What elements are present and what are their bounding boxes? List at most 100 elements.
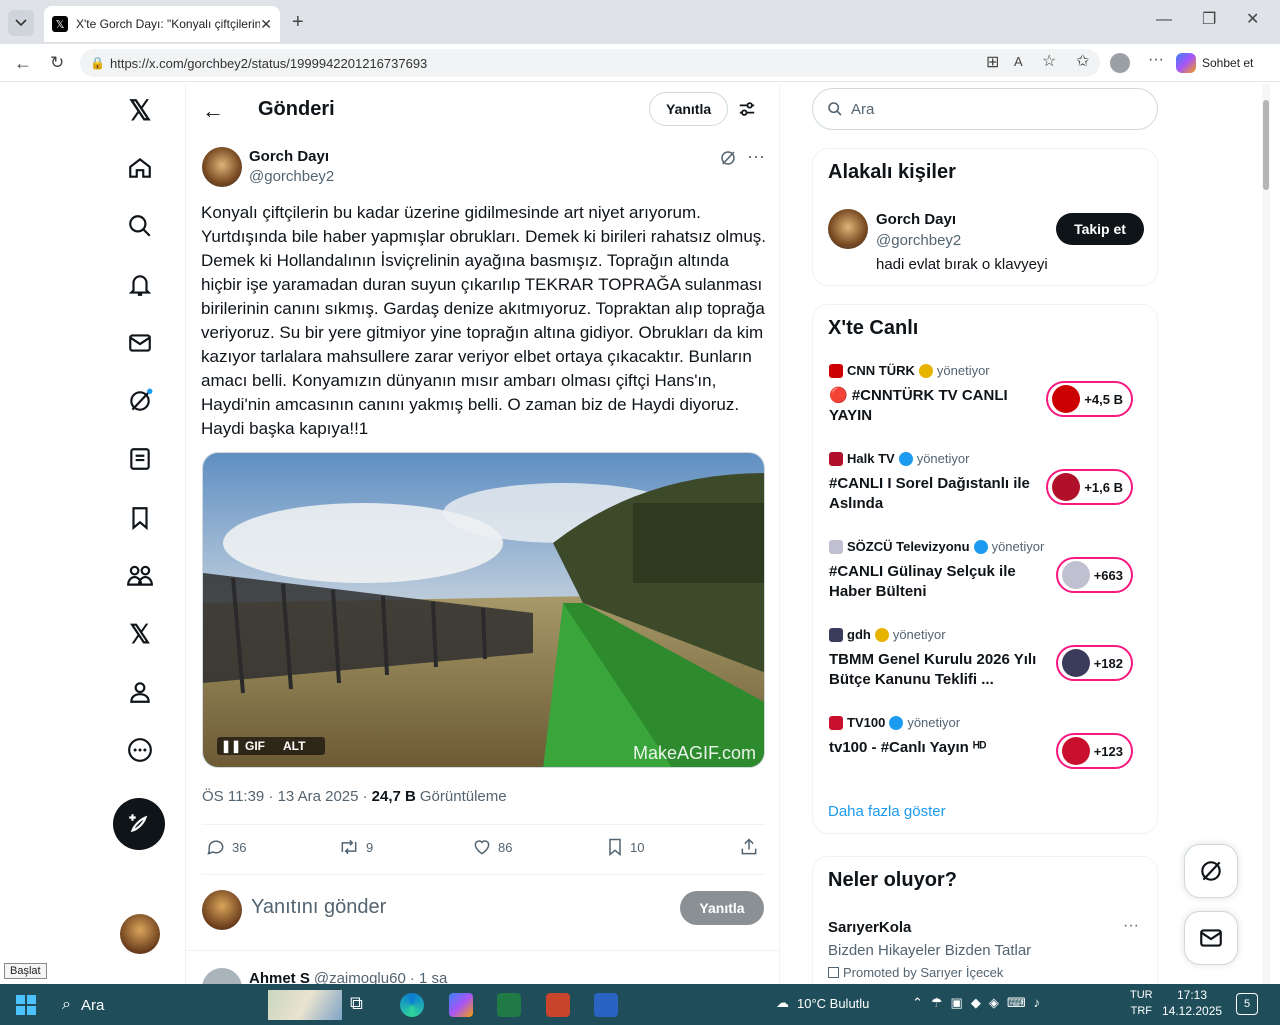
live-item[interactable]: CNN TÜRK yönetiyor 🔴 #CNNTÜRK TV CANLI YAY… (829, 363, 1149, 426)
notifications-bell-icon[interactable] (120, 265, 160, 305)
new-tab-icon[interactable]: + (292, 12, 304, 32)
messages-float-button[interactable] (1184, 911, 1238, 965)
live-item[interactable]: gdh yönetiyor TBMM Genel Kurulu 2026 Yılı … (829, 627, 1149, 690)
task-view-icon[interactable]: ⧉ (350, 993, 374, 1017)
reply-avatar[interactable] (202, 968, 242, 984)
related-title: Alakalı kişiler (828, 161, 956, 183)
live-listeners-badge[interactable]: +663 (1055, 557, 1133, 593)
header-reply-button[interactable]: Yanıtla (649, 92, 729, 126)
url-text: https://x.com/gorchbey2/status/199994220… (110, 55, 428, 71)
share-action[interactable] (739, 837, 759, 857)
trend-name[interactable]: SarıyerKola (828, 919, 911, 936)
post-more-icon[interactable]: ··· (747, 146, 765, 167)
read-aloud-icon[interactable]: A (1014, 55, 1023, 68)
bookmark-action[interactable]: 10 (606, 837, 644, 857)
profile-icon[interactable] (120, 672, 160, 712)
apps-icon[interactable]: ⊞ (986, 55, 999, 71)
copilot-label: Sohbet et (1202, 56, 1254, 70)
author-handle[interactable]: @gorchbey2 (249, 168, 334, 185)
back-arrow-icon[interactable]: ← (202, 98, 224, 124)
premium-x-icon[interactable]: 𝕏 (120, 614, 160, 654)
favorites-icon[interactable]: ✩ (1076, 54, 1089, 70)
live-source: gdh yönetiyor (829, 627, 1149, 642)
search-icon[interactable] (120, 206, 160, 246)
reply-author[interactable]: Ahmet S (249, 970, 310, 984)
url-field[interactable]: 🔒 https://x.com/gorchbey2/status/1999942… (80, 49, 1100, 77)
author-name[interactable]: Gorch Dayı (249, 148, 329, 165)
favorite-star-icon[interactable]: ☆ (1042, 54, 1056, 70)
browser-tab[interactable]: 𝕏 X'te Gorch Dayı: "Konyalı çiftçilerin … (44, 6, 280, 42)
post-media-gif[interactable]: ❚❚ GIF ALT MakeAGIF.com (202, 452, 765, 768)
back-icon[interactable]: ← (14, 54, 32, 72)
language-indicator[interactable]: TUR TRF (1130, 987, 1153, 1019)
author-avatar[interactable] (202, 147, 242, 187)
copilot-button[interactable]: Sohbet et (1176, 50, 1272, 76)
profile-avatar[interactable] (1110, 53, 1130, 73)
tab-list-button[interactable] (8, 10, 34, 36)
messages-envelope-icon[interactable] (120, 323, 160, 363)
live-listeners-badge[interactable]: +123 (1055, 733, 1133, 769)
powerpoint-icon[interactable] (546, 993, 570, 1017)
related-name[interactable]: Gorch Dayı (876, 211, 956, 228)
post-compose-button[interactable] (113, 798, 165, 850)
home-icon[interactable] (120, 148, 160, 188)
live-listeners-badge[interactable]: +182 (1055, 645, 1133, 681)
like-action[interactable]: 86 (472, 837, 512, 857)
tray-icons[interactable]: ⌃☂▣◆◈⌨♪ (912, 995, 1048, 1011)
taskbar-search[interactable]: ⌕ Ara (52, 990, 342, 1020)
divider (202, 874, 765, 875)
windows-start-icon[interactable] (16, 995, 36, 1015)
refresh-icon[interactable]: ↻ (50, 54, 64, 71)
reply-handle[interactable]: @zaimoglu60 (314, 970, 406, 984)
live-count: +182 (1093, 655, 1123, 671)
live-item[interactable]: Halk TV yönetiyor #CANLI I Sorel Dağıstanl… (829, 451, 1149, 514)
close-window-icon[interactable]: ✕ (1246, 12, 1259, 28)
views-count: 24,7 B (371, 788, 416, 805)
tab-close-icon[interactable]: ✕ (260, 16, 272, 33)
related-bio: hadi evlat bırak o klavyeyi (876, 256, 1048, 273)
restore-icon[interactable]: ❐ (1202, 12, 1216, 28)
scrollbar-thumb[interactable] (1263, 100, 1269, 190)
word-icon[interactable] (594, 993, 618, 1017)
grok-float-button[interactable] (1184, 844, 1238, 898)
post-timestamp[interactable]: ÖS 11:39 · 13 Ara 2025 · (202, 788, 368, 805)
reply-submit-button[interactable]: Yanıtla (680, 891, 764, 925)
channel-logo-icon (829, 451, 843, 466)
hosting-label: yönetiyor (916, 451, 970, 466)
live-item[interactable]: SÖZCÜ Televizyonu yönetiyor #CANLI Gülinay… (829, 539, 1149, 602)
show-more-link[interactable]: Daha fazla göster (828, 803, 946, 820)
live-item[interactable]: TV100 yönetiyor tv100 - #Canlı Yayın ᴴᴰ +12… (829, 715, 1149, 769)
grok-icon[interactable] (120, 381, 160, 421)
account-avatar[interactable] (120, 914, 160, 954)
live-count: +123 (1093, 743, 1123, 759)
grok-explain-icon[interactable] (719, 149, 737, 167)
lists-icon[interactable] (120, 439, 160, 479)
minimize-icon[interactable]: — (1156, 12, 1172, 28)
edge-icon[interactable] (400, 993, 424, 1017)
live-listeners-badge[interactable]: +4,5 B (1046, 381, 1133, 417)
x-logo-icon[interactable]: 𝕏 (120, 90, 160, 130)
clock[interactable]: 17:13 14.12.2025 (1162, 987, 1222, 1019)
live-listeners-badge[interactable]: +1,6 B (1046, 469, 1133, 505)
bookmarks-icon[interactable] (120, 498, 160, 538)
reply-input[interactable]: Yanıtını gönder (251, 896, 386, 919)
more-options-icon[interactable] (120, 730, 160, 770)
trend-more-icon[interactable]: ··· (1123, 917, 1139, 935)
alt-badge[interactable]: ALT (283, 739, 305, 753)
reply-action[interactable]: 36 (206, 837, 246, 857)
follow-button[interactable]: Takip et (1056, 213, 1144, 245)
notification-icon[interactable]: 5 (1236, 993, 1258, 1015)
repost-action[interactable]: 9 (338, 837, 373, 857)
pause-icon[interactable]: ❚❚ (221, 739, 241, 753)
live-count: +1,6 B (1084, 479, 1123, 495)
more-icon[interactable]: ··· (1148, 52, 1164, 68)
filter-sliders-icon[interactable] (738, 100, 756, 118)
weather-widget[interactable]: ☁ 10°C Bulutlu (776, 995, 869, 1011)
excel-icon[interactable] (497, 993, 521, 1017)
communities-icon[interactable] (120, 556, 160, 596)
copilot-taskbar-icon[interactable] (449, 993, 473, 1017)
related-handle[interactable]: @gorchbey2 (876, 232, 961, 249)
page-scrollbar[interactable] (1262, 84, 1270, 984)
search-box[interactable]: Ara (812, 88, 1158, 130)
related-avatar[interactable] (828, 209, 868, 249)
